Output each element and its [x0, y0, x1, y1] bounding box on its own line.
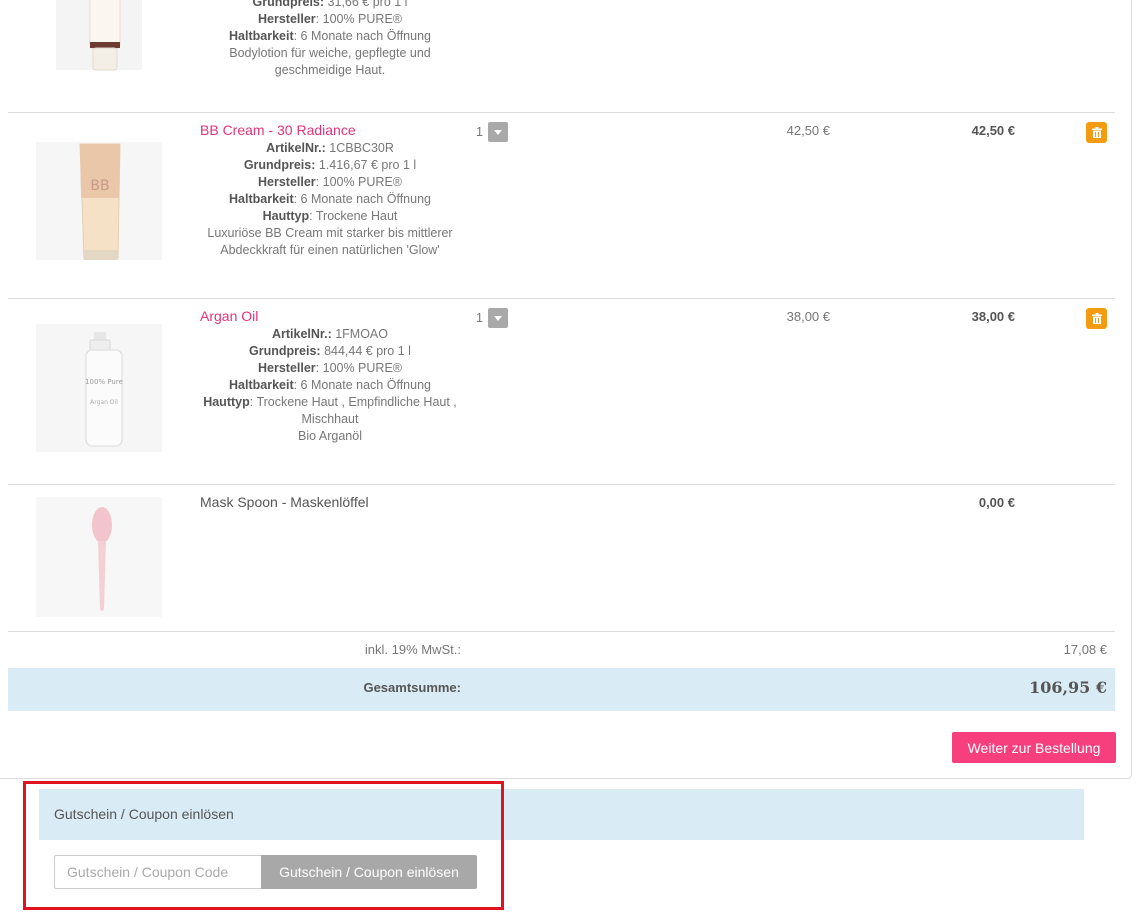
line-total: 42,50 €	[971, 123, 1015, 138]
product-image[interactable]	[36, 495, 162, 621]
row-divider	[8, 298, 1115, 299]
tube-icon: BB	[36, 142, 162, 260]
unit-price: 38,00 €	[786, 309, 830, 324]
line-total: 38,00 €	[971, 309, 1015, 324]
product-note: Bio Arganöl	[298, 429, 362, 443]
attribute-line: ArtikelNr.: 1FMOAO	[271, 327, 388, 341]
attribute-line: Grundpreis: 1.416,67 € pro 1 l	[243, 158, 417, 172]
product-note: Luxuriöse BB Cream mit starker bis mittl…	[207, 226, 453, 257]
remove-item-button[interactable]	[1086, 122, 1107, 143]
tax-value: 17,08 €	[1063, 642, 1107, 657]
quantity-value: 1	[476, 311, 483, 325]
row-divider	[8, 631, 1115, 632]
attribute-line: Hauttyp: Trockene Haut , Empfindliche Ha…	[203, 395, 457, 426]
product-details: Mask Spoon - Maskenlöffel	[200, 494, 460, 512]
quantity-select[interactable]: 1	[476, 308, 508, 328]
svg-text:Argan Oil: Argan Oil	[90, 399, 118, 406]
attribute-line: Haltbarkeit: 6 Monate nach Öffnung	[229, 29, 431, 43]
attribute-line: Hersteller: 100% PURE®	[257, 361, 402, 375]
product-details: Argan Oil ArtikelNr.: 1FMOAO Grundpreis:…	[200, 308, 460, 445]
row-divider	[8, 112, 1115, 113]
coupon-panel-heading: Gutschein / Coupon einlösen	[39, 789, 1084, 840]
coupon-code-input[interactable]	[54, 855, 261, 889]
quantity-select[interactable]: 1	[476, 122, 508, 142]
product-title-link[interactable]: Argan Oil	[200, 308, 460, 325]
unit-price: 42,50 €	[786, 123, 830, 138]
checkout-button[interactable]: Weiter zur Bestellung	[952, 732, 1116, 763]
product-image[interactable]: BB	[36, 138, 162, 268]
redeem-coupon-button[interactable]: Gutschein / Coupon einlösen	[261, 855, 477, 889]
chevron-down-icon	[494, 315, 502, 321]
quantity-dropdown-button[interactable]	[488, 308, 508, 328]
trash-icon	[1091, 313, 1102, 324]
attribute-line: Grundpreis: 31,66 € pro 1 l	[252, 0, 408, 9]
cart-panel: Grundpreis: 31,66 € pro 1 l Hersteller: …	[0, 0, 1132, 779]
trash-icon	[1091, 127, 1102, 138]
product-details: Grundpreis: 31,66 € pro 1 l Hersteller: …	[200, 0, 460, 79]
attribute-line: Hersteller: 100% PURE®	[257, 12, 402, 26]
attribute-line: Haltbarkeit: 6 Monate nach Öffnung	[229, 378, 431, 392]
tax-label: inkl. 19% MwSt.:	[364, 642, 461, 657]
product-title-link[interactable]: BB Cream - 30 Radiance	[200, 122, 460, 139]
product-note: Bodylotion für weiche, gepflegte und ges…	[229, 46, 431, 77]
attribute-line: Hersteller: 100% PURE®	[257, 175, 402, 189]
attribute-line: Grundpreis: 844,44 € pro 1 l	[249, 344, 411, 358]
product-image[interactable]: 100% Pure Argan Oil	[36, 324, 162, 454]
total-label: Gesamtsumme:	[363, 680, 461, 695]
product-title: Mask Spoon - Maskenlöffel	[200, 494, 369, 510]
mask-spoon-icon	[36, 497, 162, 617]
quantity-dropdown-button[interactable]	[488, 122, 508, 142]
attribute-line: Haltbarkeit: 6 Monate nach Öffnung	[229, 192, 431, 206]
remove-item-button[interactable]	[1086, 308, 1107, 329]
attribute-line: Hauttyp: Trockene Haut	[262, 209, 398, 223]
total-row: Gesamtsumme: 106,95 €	[8, 668, 1115, 711]
quantity-value: 1	[476, 125, 483, 139]
chevron-down-icon	[494, 129, 502, 135]
attribute-line: ArtikelNr.: 1CBBC30R	[266, 141, 394, 155]
svg-text:BB: BB	[90, 178, 109, 194]
total-value: 106,95 €	[1029, 678, 1107, 697]
line-total: 0,00 €	[978, 495, 1015, 510]
product-details: BB Cream - 30 Radiance ArtikelNr.: 1CBBC…	[200, 122, 460, 259]
coupon-heading: Gutschein / Coupon einlösen	[54, 806, 234, 822]
svg-text:100% Pure: 100% Pure	[85, 378, 123, 386]
bottle-icon	[56, 0, 142, 71]
row-divider	[8, 484, 1115, 485]
product-image[interactable]	[36, 0, 162, 80]
pump-bottle-icon: 100% Pure Argan Oil	[36, 324, 162, 452]
